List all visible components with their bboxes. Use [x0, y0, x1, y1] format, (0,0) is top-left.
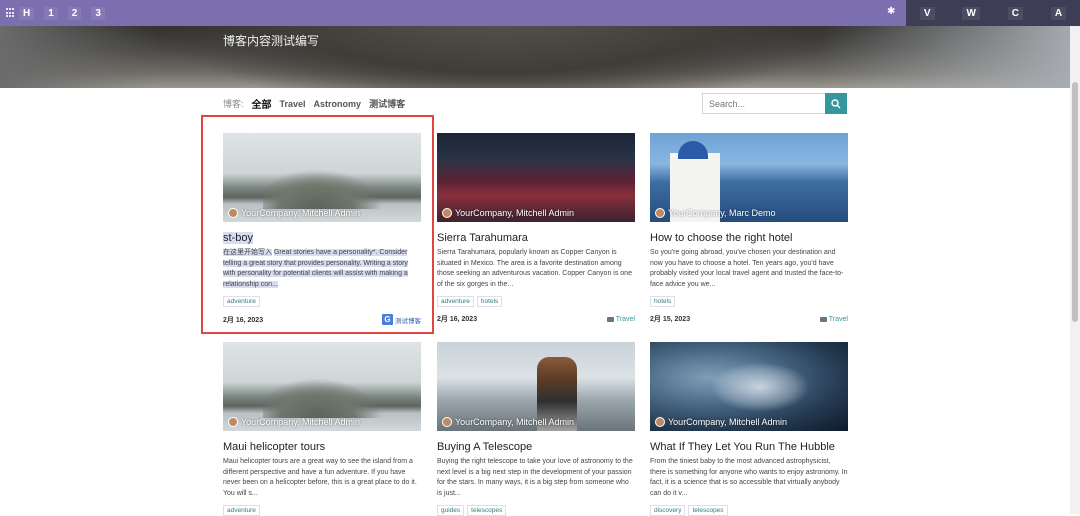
post-tags: discovery telescopes [650, 505, 848, 516]
tag-adventure[interactable]: adventure [223, 505, 260, 516]
author-name: YourCompany, Mitchell Admin [241, 417, 361, 427]
tag-discovery[interactable]: discovery [650, 505, 686, 516]
tag-guides[interactable]: guides [437, 505, 465, 516]
hero-subtitle: 博客内容测试编写 [223, 34, 320, 48]
post-cover-image[interactable]: YourCompany, Mitchell Admin [437, 342, 635, 431]
blog-filter-bar: 博客: 全部 Travel Astronomy 测试博客 [223, 96, 405, 112]
post-excerpt: So you're going abroad, you've chosen yo… [650, 249, 844, 288]
post-cover-image[interactable]: YourCompany, Mitchell Admin [223, 342, 421, 431]
post-meta: 2月 15, 2023 Travel [650, 314, 848, 324]
post-cover-image[interactable]: YourCompany, Mitchell Admin [437, 133, 635, 222]
topbar-item-w[interactable]: W [962, 6, 980, 20]
selection-outline [201, 115, 434, 334]
blog-post-card[interactable]: YourCompany, Mitchell Admin Maui helicop… [223, 342, 421, 516]
blog-post-card[interactable]: YourCompany, Mitchell Admin Buying A Tel… [437, 342, 635, 516]
avatar [655, 417, 665, 427]
post-excerpt: Maui helicopter tours are a great way to… [223, 458, 417, 497]
filter-all[interactable]: 全部 [252, 96, 272, 111]
topbar-item-a[interactable]: A [1050, 6, 1067, 20]
category-label: Travel [828, 315, 848, 323]
search-input[interactable] [702, 93, 825, 114]
folder-icon [819, 316, 827, 322]
filter-test-blog[interactable]: 测试博客 [369, 97, 405, 110]
avatar [228, 417, 238, 427]
page-scrollbar[interactable] [1070, 26, 1080, 514]
post-meta: 2月 16, 2023 Travel [437, 314, 635, 324]
post-excerpt: Sierra Tarahumara, popularly known as Co… [437, 249, 632, 288]
author-name: YourCompany, Mitchell Admin [455, 417, 575, 427]
post-title[interactable]: How to choose the right hotel [650, 232, 848, 244]
folder-icon [606, 316, 614, 322]
editor-topbar: H 1 2 3 ✱ V W C A [0, 0, 1080, 26]
topbar-item-1[interactable]: 1 [44, 6, 58, 20]
post-author: YourCompany, Marc Demo [655, 208, 776, 218]
post-author: YourCompany, Mitchell Admin [442, 208, 574, 218]
blog-hero-banner: 博客内容测试编写 [0, 26, 1080, 88]
topbar-item-3[interactable]: 3 [91, 6, 105, 20]
post-author: YourCompany, Mitchell Admin [442, 417, 574, 427]
avatar [442, 208, 452, 218]
post-title[interactable]: Maui helicopter tours [223, 441, 421, 453]
post-title[interactable]: Sierra Tarahumara [437, 232, 635, 244]
post-tags: guides telescopes [437, 505, 635, 516]
author-name: YourCompany, Mitchell Admin [455, 208, 575, 218]
tag-hotels[interactable]: hotels [650, 296, 676, 307]
post-tags: adventure [223, 505, 421, 516]
post-tags: hotels [650, 296, 848, 307]
tag-telescopes[interactable]: telescopes [467, 505, 507, 516]
post-category[interactable]: Travel [819, 315, 848, 323]
post-excerpt: From the tiniest baby to the most advanc… [650, 458, 848, 497]
post-cover-image[interactable]: YourCompany, Mitchell Admin [650, 342, 848, 431]
post-author: YourCompany, Mitchell Admin [228, 417, 360, 427]
author-name: YourCompany, Marc Demo [668, 208, 776, 218]
filter-label: 博客: [223, 99, 244, 109]
topbar-item-2[interactable]: 2 [67, 6, 82, 20]
topbar-item-v[interactable]: V [919, 6, 935, 20]
blog-post-card[interactable]: YourCompany, Marc Demo How to choose the… [650, 133, 848, 324]
topbar-left: H 1 2 3 [0, 6, 105, 20]
topbar-item-h[interactable]: H [19, 6, 35, 20]
author-name: YourCompany, Mitchell Admin [668, 417, 788, 427]
tag-telescopes[interactable]: telescopes [688, 505, 728, 516]
post-excerpt: Buying the right telescope to take your … [437, 458, 633, 497]
tag-hotels[interactable]: hotels [476, 296, 503, 307]
filter-astronomy[interactable]: Astronomy [314, 99, 362, 109]
post-tags: adventure hotels [437, 296, 635, 307]
tag-adventure[interactable]: adventure [437, 296, 474, 307]
avatar [442, 417, 452, 427]
post-cover-image[interactable]: YourCompany, Marc Demo [650, 133, 848, 222]
bug-icon[interactable]: ✱ [887, 6, 895, 17]
topbar-item-c[interactable]: C [1007, 6, 1023, 20]
blog-post-card[interactable]: YourCompany, Mitchell Admin Sierra Tarah… [437, 133, 635, 324]
post-title[interactable]: Buying A Telescope [437, 441, 635, 453]
post-title[interactable]: What If They Let You Run The Hubble [650, 441, 848, 453]
category-label: Travel [615, 315, 635, 323]
apps-menu[interactable]: H [6, 6, 35, 20]
apps-grid-icon [6, 8, 16, 18]
search-button[interactable] [825, 93, 847, 114]
avatar [655, 208, 665, 218]
search-icon [831, 98, 841, 108]
blog-post-card[interactable]: YourCompany, Mitchell Admin What If They… [650, 342, 848, 516]
search-box [702, 93, 847, 114]
post-date: 2月 16, 2023 [437, 316, 478, 323]
topbar-right: V W C A [906, 0, 1080, 26]
post-date: 2月 15, 2023 [650, 316, 691, 323]
scrollbar-thumb[interactable] [1072, 82, 1078, 322]
post-author: YourCompany, Mitchell Admin [655, 417, 787, 427]
post-category[interactable]: Travel [606, 315, 635, 323]
filter-travel[interactable]: Travel [280, 99, 306, 109]
